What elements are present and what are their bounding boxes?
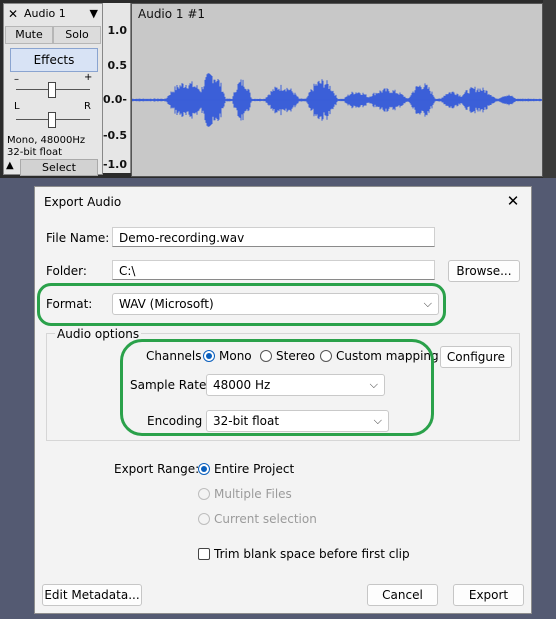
waveform xyxy=(132,73,542,127)
solo-button[interactable]: Solo xyxy=(53,26,101,44)
ruler-label: 1.0 xyxy=(107,24,128,37)
mute-button[interactable]: Mute xyxy=(5,26,53,44)
ruler-label: -0.5 xyxy=(102,129,127,142)
track-menu-chevron-icon[interactable]: ▼ xyxy=(90,7,98,20)
cancel-button[interactable]: Cancel xyxy=(367,584,438,606)
track-name[interactable]: Audio 1 xyxy=(24,7,66,20)
file-name-label: File Name: xyxy=(46,231,110,245)
range-current-selection-radio[interactable] xyxy=(198,513,210,525)
audio-track: ✕ Audio 1 ▼ Mute Solo Effects – + L R Mo… xyxy=(0,0,556,178)
effects-button[interactable]: Effects xyxy=(10,48,98,72)
ruler-label: -1.0 xyxy=(102,158,127,171)
track-format-info: Mono, 48000Hz xyxy=(7,135,86,146)
folder-input[interactable]: C:\ xyxy=(112,260,435,280)
sample-rate-label: Sample Rate xyxy=(130,378,207,392)
pan-right-label: R xyxy=(84,101,91,112)
range-current-selection-label[interactable]: Current selection xyxy=(214,512,317,526)
collapse-track-icon[interactable]: ▲ xyxy=(6,160,18,171)
trim-blank-label[interactable]: Trim blank space before first clip xyxy=(214,547,410,561)
channel-stereo-radio[interactable] xyxy=(260,350,272,362)
clip-name[interactable]: Audio 1 #1 xyxy=(138,7,205,21)
dialog-title: Export Audio xyxy=(44,195,122,209)
close-track-icon[interactable]: ✕ xyxy=(6,7,20,21)
format-value: WAV (Microsoft) xyxy=(119,297,214,311)
chevron-down-icon: ⌵ xyxy=(373,414,382,427)
ruler-label: 0.0- xyxy=(102,93,127,106)
pan-left-label: L xyxy=(14,101,20,112)
gain-slider-thumb[interactable] xyxy=(48,82,56,98)
channel-stereo-label[interactable]: Stereo xyxy=(276,349,315,363)
amplitude-ruler: 1.0 0.5 0.0- -0.5 -1.0 xyxy=(103,3,131,173)
range-multiple-files-label[interactable]: Multiple Files xyxy=(214,487,292,501)
chevron-down-icon: ⌵ xyxy=(369,378,378,391)
export-button[interactable]: Export xyxy=(453,584,524,606)
close-icon[interactable]: ✕ xyxy=(503,191,523,211)
channels-label: Channels xyxy=(146,349,202,363)
sample-rate-value: 48000 Hz xyxy=(213,378,271,392)
channel-mono-label[interactable]: Mono xyxy=(219,349,252,363)
pan-slider-thumb[interactable] xyxy=(48,112,56,128)
track-info: Mono, 48000Hz 32-bit float xyxy=(7,135,85,159)
configure-button[interactable]: Configure xyxy=(440,346,512,368)
folder-label: Folder: xyxy=(46,264,87,278)
format-select[interactable]: WAV (Microsoft) ⌵ xyxy=(112,293,439,315)
trim-blank-checkbox[interactable] xyxy=(198,548,210,560)
waveform-clip[interactable]: Audio 1 #1 xyxy=(131,3,543,177)
range-multiple-files-radio[interactable] xyxy=(198,488,210,500)
track-control-panel: ✕ Audio 1 ▼ Mute Solo Effects – + L R Mo… xyxy=(3,3,103,176)
gain-plus-label: + xyxy=(84,72,93,83)
file-name-input[interactable]: Demo-recording.wav xyxy=(112,227,435,247)
channel-mono-radio[interactable] xyxy=(203,350,215,362)
ruler-label: 0.5 xyxy=(107,59,128,72)
track-bitdepth-info: 32-bit float xyxy=(7,147,63,158)
gain-minus-label: – xyxy=(14,74,19,85)
select-track-button[interactable]: Select xyxy=(20,159,98,176)
range-entire-project-radio[interactable] xyxy=(198,463,210,475)
channel-custom-radio[interactable] xyxy=(320,350,332,362)
format-label: Format: xyxy=(46,297,93,311)
encoding-select[interactable]: 32-bit float ⌵ xyxy=(206,410,389,432)
export-audio-dialog: Export Audio ✕ File Name: Demo-recording… xyxy=(34,186,532,614)
edit-metadata-button[interactable]: Edit Metadata... xyxy=(42,584,142,606)
track-scroll-strip xyxy=(543,0,556,178)
channel-custom-label[interactable]: Custom mapping xyxy=(336,349,439,363)
audio-options-label: Audio options xyxy=(55,327,142,341)
chevron-down-icon: ⌵ xyxy=(423,297,432,310)
sample-rate-select[interactable]: 48000 Hz ⌵ xyxy=(206,374,385,396)
export-range-label: Export Range: xyxy=(114,462,200,476)
encoding-value: 32-bit float xyxy=(213,414,280,428)
browse-button[interactable]: Browse... xyxy=(448,260,520,282)
encoding-label: Encoding xyxy=(147,414,203,428)
range-entire-project-label[interactable]: Entire Project xyxy=(214,462,294,476)
